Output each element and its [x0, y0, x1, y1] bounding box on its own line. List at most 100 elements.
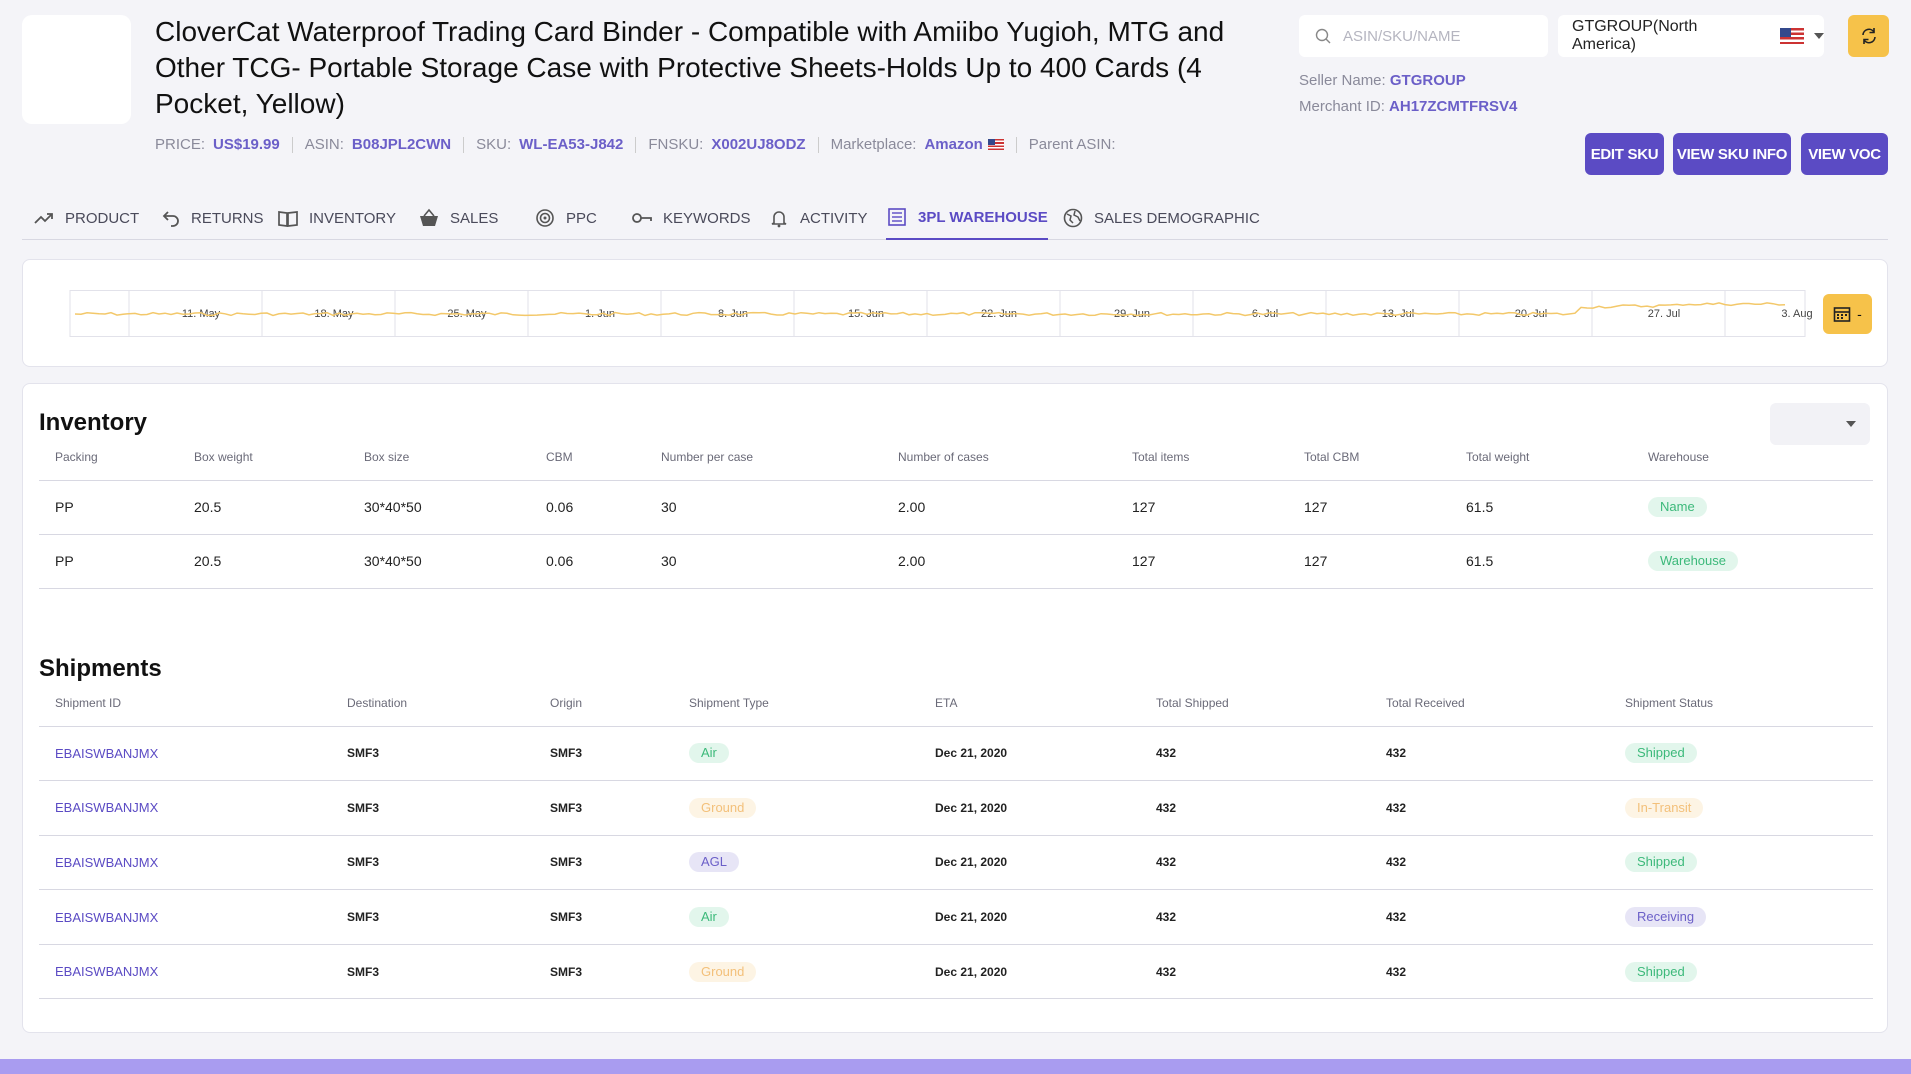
tab-sales-demographic[interactable]: SALES DEMOGRAPHIC — [1062, 196, 1260, 240]
meta-marketplace-value[interactable]: Amazon — [924, 136, 982, 153]
table-row: PP 20.5 30*40*50 0.06 30 2.00 127 127 61.5 Name — [39, 480, 1873, 535]
tab-label: SALES DEMOGRAPHIC — [1094, 209, 1260, 227]
refresh-button[interactable] — [1848, 15, 1889, 57]
shipment-type-badge: Air — [689, 907, 729, 928]
table-cell: SMF3 — [534, 780, 673, 836]
meta-fnsku-label: FNSKU: — [648, 136, 704, 153]
tab-bar: PRODUCT RETURNS INVENTORY SALES PPC KEYW… — [22, 196, 1888, 240]
key-icon — [632, 213, 652, 223]
column-header[interactable]: Total Received — [1370, 680, 1609, 727]
tab-label: SALES — [450, 209, 499, 227]
seller-name-value: GTGROUP — [1389, 72, 1466, 89]
timeline-navigator[interactable]: 11. May 18. May 25. May 1. Jun 8. Jun 15. Jun… — [60, 290, 1815, 337]
table-cell: Name — [1632, 480, 1873, 535]
column-header[interactable]: Destination — [331, 680, 534, 727]
table-cell: 30 — [645, 534, 882, 589]
merchant-id-value: AH17ZCMTFRSV4 — [1389, 98, 1518, 115]
tab-returns[interactable]: RETURNS — [159, 196, 264, 240]
tab-inventory[interactable]: INVENTORY — [277, 196, 396, 240]
column-header[interactable]: ETA — [919, 680, 1140, 727]
product-image — [22, 15, 131, 124]
table-cell: Dec 21, 2020 — [919, 944, 1140, 1000]
tab-product[interactable]: PRODUCT — [33, 196, 139, 240]
table-cell: Shipped — [1609, 944, 1873, 1000]
shipment-id-link[interactable]: EBAISWBANJMX — [39, 726, 331, 782]
column-header[interactable]: Shipment Type — [673, 680, 919, 727]
tab-ppc[interactable]: PPC — [534, 196, 597, 240]
table-cell: 432 — [1140, 835, 1370, 891]
tab-3pl-warehouse[interactable]: 3PL WAREHOUSE — [886, 196, 1048, 240]
column-header[interactable]: Total Shipped — [1140, 680, 1370, 727]
table-cell: Shipped — [1609, 726, 1873, 782]
page: CloverCat Waterproof Trading Card Binder… — [0, 0, 1911, 1074]
meta-asin-value[interactable]: B08JPL2CWN — [352, 136, 451, 153]
column-header[interactable]: Total weight — [1450, 434, 1632, 481]
column-header[interactable]: Shipment ID — [39, 680, 331, 727]
table-cell: 30*40*50 — [348, 480, 530, 535]
table-row: EBAISWBANJMX SMF3 SMF3 Air Dec 21, 2020 432 43… — [39, 726, 1873, 782]
column-header[interactable]: Total CBM — [1288, 434, 1450, 481]
column-header[interactable]: Total items — [1116, 434, 1288, 481]
table-cell: Receiving — [1609, 889, 1873, 945]
table-cell: 432 — [1140, 889, 1370, 945]
divider — [817, 136, 819, 153]
tab-sales[interactable]: SALES — [418, 196, 498, 240]
table-cell: Air — [673, 889, 919, 945]
view-voc-button[interactable]: VIEW VOC — [1801, 133, 1888, 175]
merchant-id-label: Merchant ID: — [1299, 98, 1385, 115]
edit-sku-button[interactable]: EDIT SKU — [1585, 133, 1664, 175]
table-cell: 127 — [1288, 534, 1450, 589]
table-row: EBAISWBANJMX SMF3 SMF3 Ground Dec 21, 2020 43… — [39, 944, 1873, 1000]
table-cell: 432 — [1370, 835, 1609, 891]
view-sku-info-button[interactable]: VIEW SKU INFO — [1673, 133, 1791, 175]
meta-fnsku-value[interactable]: X002UJ8ODZ — [711, 136, 805, 153]
shipments-header-row: Shipment ID Destination Origin Shipment Typ… — [39, 680, 1873, 727]
shipment-id-link[interactable]: EBAISWBANJMX — [39, 835, 331, 891]
marketplace-select[interactable]: GTGROUP(North America) — [1558, 15, 1824, 57]
table-cell: SMF3 — [331, 780, 534, 836]
table-cell: Warehouse — [1632, 534, 1873, 589]
divider — [1015, 136, 1017, 153]
column-header[interactable]: Number per case — [645, 434, 882, 481]
date-range-button[interactable]: - — [1823, 294, 1872, 334]
tab-activity[interactable]: ACTIVITY — [768, 196, 868, 240]
search-input[interactable] — [1343, 27, 1533, 45]
meta-sku-value[interactable]: WL-EA53-J842 — [519, 136, 623, 153]
shipment-status-badge: Receiving — [1625, 907, 1707, 928]
column-header[interactable]: Box weight — [178, 434, 348, 481]
tab-label: 3PL WAREHOUSE — [918, 208, 1048, 226]
column-header[interactable]: Box size — [348, 434, 530, 481]
refresh-icon — [1861, 28, 1876, 44]
seller-info: Seller Name: GTGROUP Merchant ID: AH17ZC… — [1299, 68, 1517, 120]
shipment-id-link[interactable]: EBAISWBANJMX — [39, 889, 331, 945]
table-cell: In-Transit — [1609, 780, 1873, 836]
table-cell: AGL — [673, 835, 919, 891]
table-cell: 432 — [1370, 944, 1609, 1000]
table-cell: 127 — [1116, 534, 1288, 589]
tab-keywords[interactable]: KEYWORDS — [631, 196, 751, 240]
shipment-status-badge: Shipped — [1625, 961, 1697, 982]
column-header[interactable]: Number of cases — [882, 434, 1116, 481]
table-row: PP 20.5 30*40*50 0.06 30 2.00 127 127 61.5 Wareho… — [39, 534, 1873, 589]
search-box[interactable] — [1299, 15, 1548, 57]
table-cell: 432 — [1140, 944, 1370, 1000]
table-cell: PP — [39, 534, 178, 589]
shipment-id-link[interactable]: EBAISWBANJMX — [39, 944, 331, 1000]
column-header[interactable]: Origin — [534, 680, 673, 727]
column-header[interactable]: Warehouse — [1632, 434, 1873, 481]
table-cell: SMF3 — [331, 944, 534, 1000]
marketplace-select-value: GTGROUP(North America) — [1572, 18, 1698, 53]
book-icon — [278, 211, 298, 227]
table-cell: SMF3 — [331, 726, 534, 782]
meta-asin-label: ASIN: — [304, 136, 344, 153]
tab-label: RETURNS — [191, 209, 264, 227]
column-header[interactable]: Shipment Status — [1609, 680, 1873, 727]
shipment-status-badge: In-Transit — [1625, 797, 1704, 818]
shipments-heading: Shipments — [39, 655, 162, 682]
table-cell: 432 — [1370, 726, 1609, 782]
column-header[interactable]: Packing — [39, 434, 178, 481]
warehouse-card: Inventory Packing Box weight Box size CBM Nu… — [22, 383, 1888, 1033]
column-header[interactable]: CBM — [530, 434, 645, 481]
shipment-id-link[interactable]: EBAISWBANJMX — [39, 780, 331, 836]
calendar-icon — [1833, 307, 1851, 322]
